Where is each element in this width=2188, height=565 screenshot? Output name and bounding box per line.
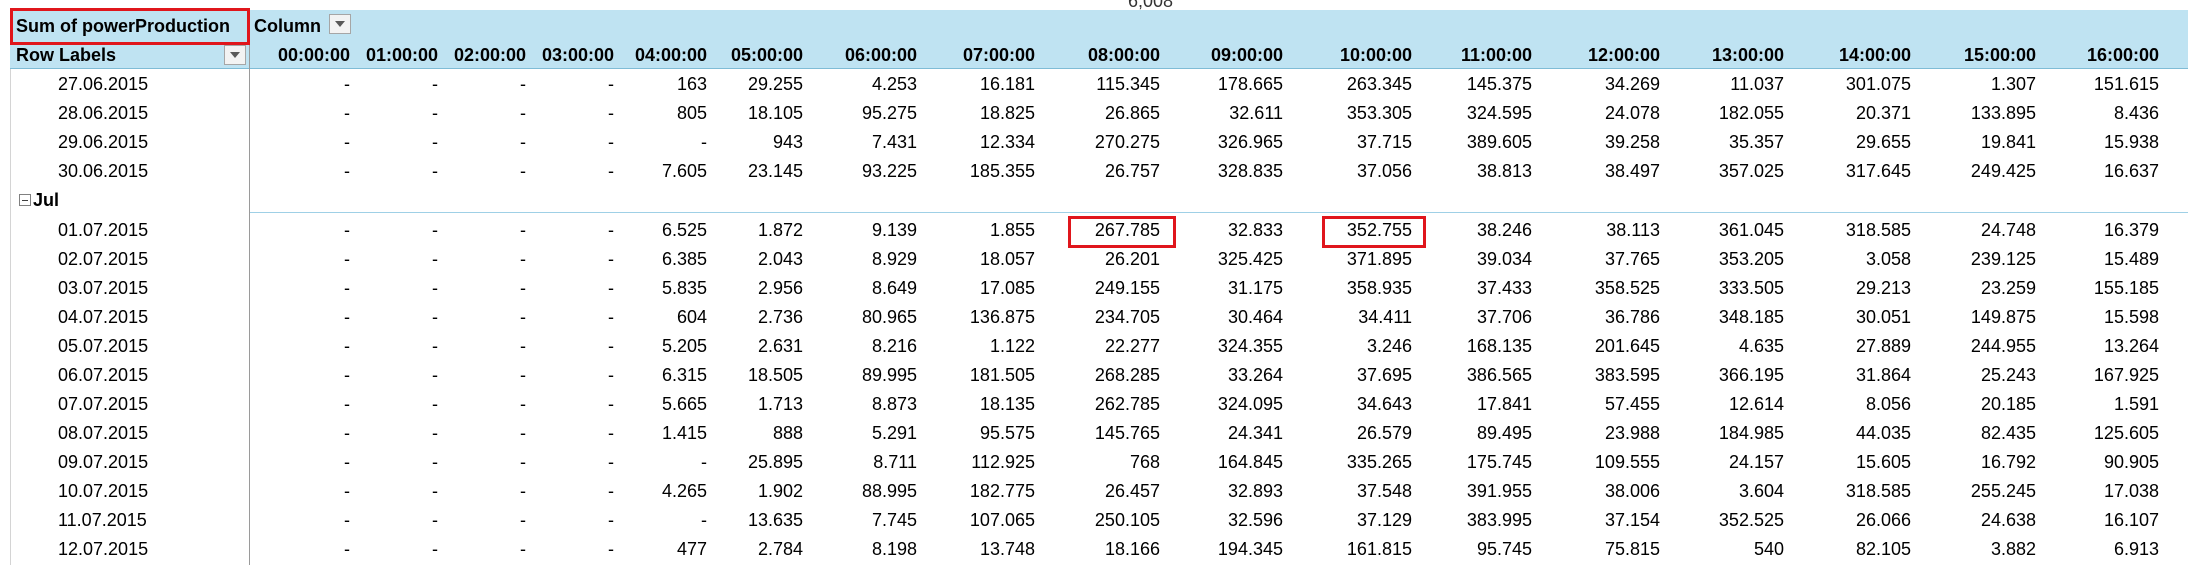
row-label[interactable]: 10.07.2015: [58, 480, 148, 502]
value-cell[interactable]: 16.107: [1999, 509, 2159, 531]
value-cell[interactable]: 90.905: [1999, 451, 2159, 473]
value-cell[interactable]: 13.264: [1999, 335, 2159, 357]
row-label[interactable]: 05.07.2015: [58, 335, 148, 357]
value-cell[interactable]: 16.379: [1999, 219, 2159, 241]
row-label[interactable]: 12.07.2015: [58, 538, 148, 560]
group-label-jul[interactable]: Jul: [33, 189, 59, 211]
row-label[interactable]: 27.06.2015: [58, 73, 148, 95]
row-label[interactable]: 29.06.2015: [58, 131, 148, 153]
value-field-label[interactable]: Sum of powerProduction: [16, 15, 230, 37]
value-cell[interactable]: 167.925: [1999, 364, 2159, 386]
row-labels-label: Row Labels: [16, 45, 117, 65]
row-label[interactable]: 01.07.2015: [58, 219, 148, 241]
row-label[interactable]: 08.07.2015: [58, 422, 148, 444]
value-cell[interactable]: 8.436: [1999, 102, 2159, 124]
row-label[interactable]: 03.07.2015: [58, 277, 148, 299]
value-cell[interactable]: 125.605: [1999, 422, 2159, 444]
value-cell[interactable]: 15.489: [1999, 248, 2159, 270]
pivot-header-divider: [10, 68, 2188, 69]
collapse-group-button[interactable]: [19, 194, 31, 206]
row-gutter: [0, 10, 11, 565]
value-cell[interactable]: 15.598: [1999, 306, 2159, 328]
row-label[interactable]: 07.07.2015: [58, 393, 148, 415]
value-cell[interactable]: 151.615: [1999, 73, 2159, 95]
row-label[interactable]: 28.06.2015: [58, 102, 148, 124]
column-header[interactable]: 1: [2040, 44, 2188, 66]
row-label[interactable]: 06.07.2015: [58, 364, 148, 386]
row-label[interactable]: 02.07.2015: [58, 248, 148, 270]
column-labels-filter-button[interactable]: [329, 14, 351, 34]
value-cell[interactable]: 155.185: [1999, 277, 2159, 299]
value-cell[interactable]: 16.637: [1999, 160, 2159, 182]
row-label[interactable]: 30.06.2015: [58, 160, 148, 182]
value-cell[interactable]: 6.913: [1999, 538, 2159, 560]
chevron-down-icon: [335, 21, 345, 27]
row-label[interactable]: 11.07.2015: [58, 509, 147, 531]
row-label[interactable]: 09.07.2015: [58, 451, 148, 473]
value-cell[interactable]: 1.591: [1999, 393, 2159, 415]
value-cell[interactable]: 15.938: [1999, 131, 2159, 153]
row-label[interactable]: 04.07.2015: [58, 306, 148, 328]
column-labels-label: Column: [254, 16, 321, 36]
group-row-divider: [250, 212, 2188, 213]
value-cell[interactable]: 17.038: [1999, 480, 2159, 502]
